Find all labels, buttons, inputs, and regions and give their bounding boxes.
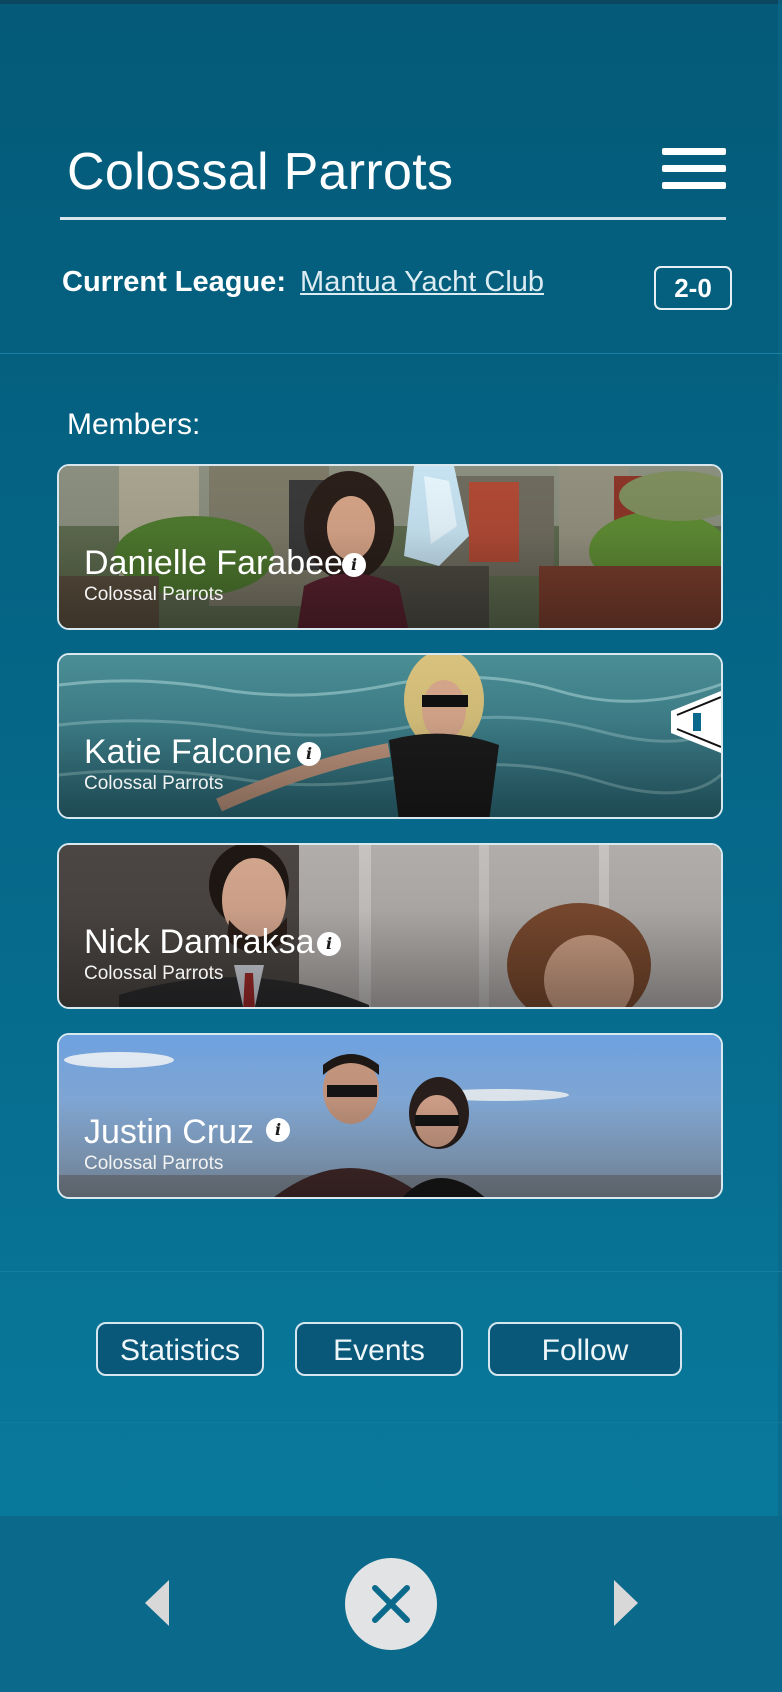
- menu-bar: [662, 165, 726, 172]
- events-button[interactable]: Events: [295, 1322, 463, 1376]
- league-label: Current League:: [62, 266, 286, 298]
- member-card-nick-damraksa[interactable]: Nick Damraksa i Colossal Parrots: [57, 843, 723, 1009]
- info-icon[interactable]: i: [297, 742, 321, 766]
- member-name: Danielle Farabee: [84, 544, 343, 582]
- member-team: Colossal Parrots: [84, 963, 224, 984]
- member-team: Colossal Parrots: [84, 773, 224, 794]
- member-name: Katie Falcone: [84, 733, 292, 771]
- record-badge: 2-0: [654, 266, 732, 310]
- info-icon[interactable]: i: [317, 932, 341, 956]
- follow-button[interactable]: Follow: [488, 1322, 682, 1376]
- member-card-katie-falcone[interactable]: Katie Falcone i Colossal Parrots: [57, 653, 723, 819]
- menu-bar: [662, 182, 726, 189]
- section-divider: [0, 1271, 782, 1272]
- member-name: Nick Damraksa: [84, 923, 315, 961]
- members-heading: Members:: [67, 408, 201, 441]
- statistics-button[interactable]: Statistics: [96, 1322, 264, 1376]
- league-link[interactable]: Mantua Yacht Club: [300, 266, 544, 298]
- info-icon[interactable]: i: [342, 553, 366, 577]
- edge-strip: [778, 0, 782, 1692]
- chevron-right-icon[interactable]: [614, 1580, 638, 1626]
- header-divider: [60, 217, 726, 220]
- info-icon[interactable]: i: [266, 1118, 290, 1142]
- status-strip: [0, 0, 782, 4]
- header: Colossal Parrots: [60, 128, 726, 220]
- section-divider: [0, 1422, 782, 1423]
- close-button[interactable]: [345, 1558, 437, 1650]
- close-icon: [372, 1585, 410, 1623]
- hamburger-menu-icon[interactable]: [662, 148, 726, 190]
- menu-bar: [662, 148, 726, 155]
- member-team: Colossal Parrots: [84, 584, 224, 605]
- section-divider: [0, 353, 782, 354]
- member-name: Justin Cruz: [84, 1113, 255, 1151]
- member-team: Colossal Parrots: [84, 1153, 224, 1174]
- chevron-left-icon[interactable]: [145, 1580, 169, 1626]
- league-row: Current League: Mantua Yacht Club 2-0: [62, 266, 732, 310]
- honorable-mention-ribbon: [671, 691, 721, 753]
- member-card-justin-cruz[interactable]: Justin Cruz i Colossal Parrots: [57, 1033, 723, 1199]
- page-title: Colossal Parrots: [67, 143, 454, 201]
- member-card-danielle-farabee[interactable]: Danielle Farabee i Colossal Parrots: [57, 464, 723, 630]
